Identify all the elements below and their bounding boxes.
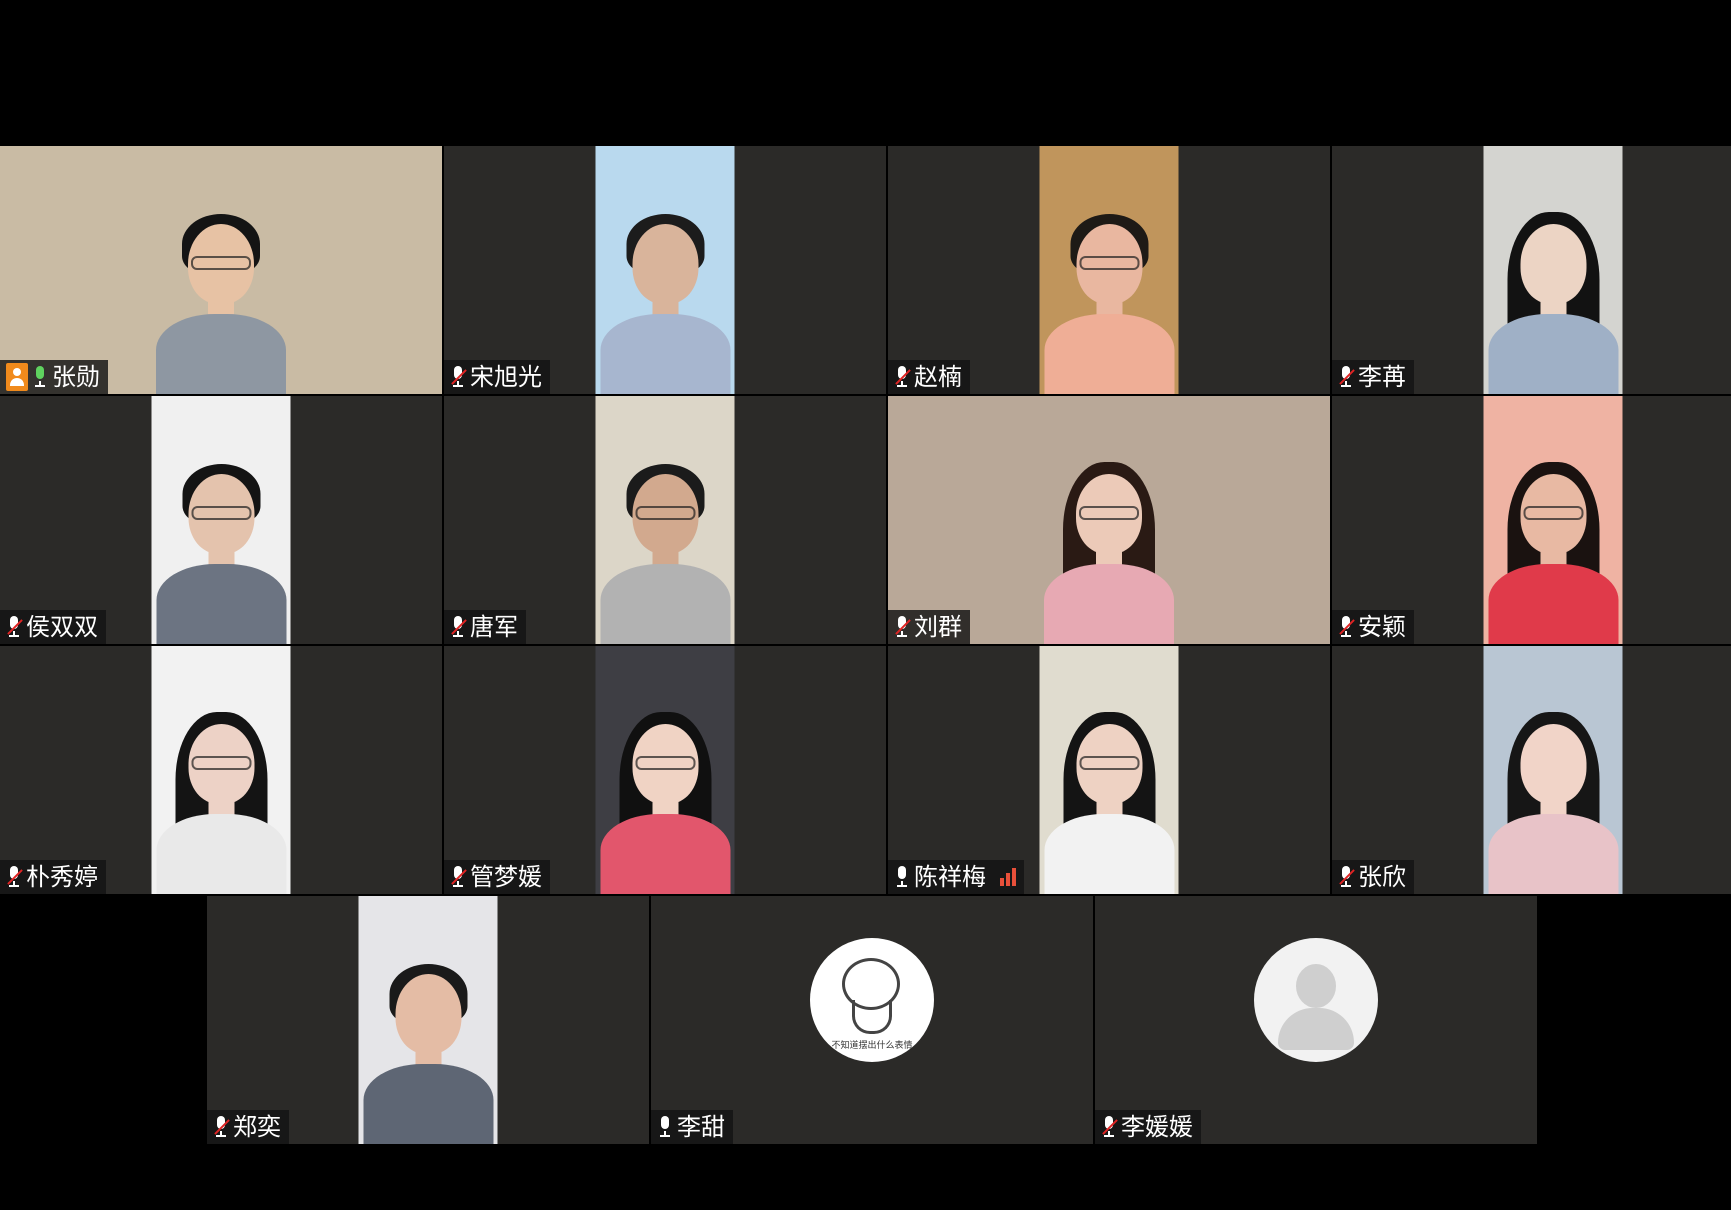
participant-video [595, 396, 735, 644]
mic-muted-icon [1338, 866, 1354, 888]
participant-name: 管梦媛 [470, 863, 542, 891]
participant-figure [1044, 424, 1174, 644]
participant-tile[interactable]: 张欣 [1332, 646, 1731, 894]
participant-name-tag: 刘群 [888, 610, 970, 644]
participant-name: 李甜 [677, 1113, 725, 1141]
default-avatar-icon [1254, 938, 1378, 1062]
participant-name-tag: 李甜 [651, 1110, 733, 1144]
participant-name: 郑奕 [233, 1113, 281, 1141]
mic-muted-icon [6, 866, 22, 888]
participant-figure [156, 674, 286, 894]
participant-video [595, 646, 735, 894]
participant-video [358, 896, 498, 1144]
microphone-icon [32, 366, 48, 388]
participant-figure [156, 174, 286, 394]
participant-name-tag: 张欣 [1332, 860, 1414, 894]
participant-figure [1488, 674, 1618, 894]
participant-name: 唐军 [470, 613, 518, 641]
participant-name: 宋旭光 [470, 363, 542, 391]
participant-video [1483, 396, 1623, 644]
participant-tile[interactable]: 朴秀婷 [0, 646, 442, 894]
mic-muted-icon [1101, 1116, 1117, 1138]
mic-muted-icon [450, 866, 466, 888]
participant-name-tag: 安颖 [1332, 610, 1414, 644]
participant-figure [600, 174, 730, 394]
participant-tile[interactable]: 赵楠 [888, 146, 1330, 394]
mic-muted-icon [894, 616, 910, 638]
mic-muted-icon [1338, 366, 1354, 388]
participant-tile[interactable]: 李媛媛 [1095, 896, 1537, 1144]
participant-name-tag: 唐军 [444, 610, 526, 644]
participant-figure [1488, 174, 1618, 394]
participant-name: 赵楠 [914, 363, 962, 391]
participant-video [1039, 146, 1179, 394]
participant-name-tag: 朴秀婷 [0, 860, 106, 894]
participant-tile[interactable]: 刘群 [888, 396, 1330, 644]
participant-name-tag: 宋旭光 [444, 360, 550, 394]
participant-name-tag: 张勋 [0, 360, 108, 394]
participant-name: 朴秀婷 [26, 863, 98, 891]
participant-tile[interactable]: 管梦媛 [444, 646, 886, 894]
participant-name: 陈祥梅 [914, 863, 986, 891]
participant-name: 侯双双 [26, 613, 98, 641]
participant-name: 安颖 [1358, 613, 1406, 641]
participant-figure [1044, 674, 1174, 894]
participant-tile[interactable]: 安颖 [1332, 396, 1731, 644]
microphone-icon [657, 1116, 673, 1138]
participant-tile[interactable]: 宋旭光 [444, 146, 886, 394]
participant-name: 张勋 [52, 363, 100, 391]
participant-name-tag: 陈祥梅 [888, 860, 1024, 894]
participant-video [595, 146, 735, 394]
participant-tile[interactable]: 张勋 [0, 146, 442, 394]
host-icon [6, 363, 28, 391]
cartoon-avatar: 不知道摆出什么表情 [810, 938, 934, 1062]
avatar-caption: 不知道摆出什么表情 [831, 1041, 913, 1051]
participant-tile[interactable]: 郑奕 [207, 896, 649, 1144]
mic-muted-icon [450, 616, 466, 638]
participant-video [1483, 146, 1623, 394]
mic-muted-icon [6, 616, 22, 638]
participant-video [888, 396, 1330, 644]
participant-video [151, 396, 291, 644]
participant-name-tag: 李媛媛 [1095, 1110, 1201, 1144]
participant-tile[interactable]: 李苒 [1332, 146, 1731, 394]
participant-figure [1488, 424, 1618, 644]
participant-name: 刘群 [914, 613, 962, 641]
participant-tile[interactable]: 侯双双 [0, 396, 442, 644]
participant-name: 张欣 [1358, 863, 1406, 891]
mic-muted-icon [894, 366, 910, 388]
participant-video [1039, 646, 1179, 894]
participant-name-tag: 管梦媛 [444, 860, 550, 894]
participant-video [1483, 646, 1623, 894]
participant-video [0, 146, 442, 394]
mic-muted-icon [450, 366, 466, 388]
microphone-icon [894, 866, 910, 888]
participant-figure [156, 424, 286, 644]
participant-name-tag: 李苒 [1332, 360, 1414, 394]
participant-name-tag: 侯双双 [0, 610, 106, 644]
participant-tile[interactable]: 不知道摆出什么表情李甜 [651, 896, 1093, 1144]
participant-video [151, 646, 291, 894]
mic-muted-icon [1338, 616, 1354, 638]
participant-name-tag: 郑奕 [207, 1110, 289, 1144]
participant-name-tag: 赵楠 [888, 360, 970, 394]
participant-name: 李苒 [1358, 363, 1406, 391]
participant-figure [600, 424, 730, 644]
participant-name: 李媛媛 [1121, 1113, 1193, 1141]
mic-muted-icon [213, 1116, 229, 1138]
participant-figure [600, 674, 730, 894]
participant-figure [1044, 174, 1174, 394]
participant-tile[interactable]: 唐军 [444, 396, 886, 644]
video-gallery: 张勋 宋旭光 赵楠 李苒侯双双 唐军 刘群 安颖朴秀婷 管梦媛 陈祥梅 张欣郑奕 不知道摆出什么表情… [0, 0, 1731, 1210]
participant-figure [363, 924, 493, 1144]
participant-tile[interactable]: 陈祥梅 [888, 646, 1330, 894]
network-signal-icon [1000, 868, 1016, 886]
